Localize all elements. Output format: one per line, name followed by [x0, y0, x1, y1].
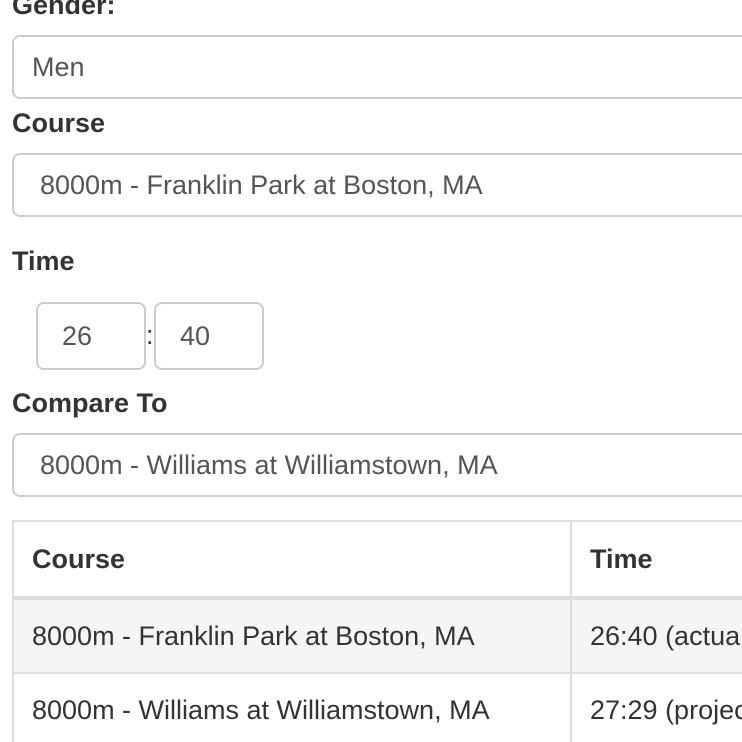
page: Gender: Men Course 8000m - Franklin Park…	[0, 0, 742, 742]
table-header-row: Course Time	[12, 520, 742, 600]
table-row: 8000m - Franklin Park at Boston, MA 26:4…	[12, 597, 742, 674]
row-time-cell: 27:29 (projec	[570, 672, 742, 742]
gender-select[interactable]: Men	[12, 35, 742, 99]
column-header-time: Time	[570, 520, 742, 600]
time-minutes-input[interactable]: 26	[36, 302, 146, 370]
compare-select[interactable]: 8000m - Williams at Williamstown, MA	[12, 433, 742, 497]
compare-select-value: 8000m - Williams at Williamstown, MA	[40, 449, 498, 480]
gender-label: Gender:	[12, 0, 116, 20]
gender-select-value: Men	[32, 51, 85, 82]
time-seconds-input[interactable]: 40	[154, 302, 264, 370]
results-table: Course Time 8000m - Franklin Park at Bos…	[12, 520, 742, 742]
time-seconds-value: 40	[180, 320, 211, 351]
compare-label: Compare To	[12, 388, 168, 418]
column-header-course: Course	[12, 520, 572, 600]
row-time-cell: 26:40 (actua	[570, 597, 742, 674]
table-row: 8000m - Williams at Williamstown, MA 27:…	[12, 672, 742, 742]
course-select[interactable]: 8000m - Franklin Park at Boston, MA	[12, 153, 742, 217]
course-select-value: 8000m - Franklin Park at Boston, MA	[40, 169, 483, 200]
time-label: Time	[12, 246, 75, 276]
course-label: Course	[12, 108, 106, 138]
time-separator: :	[146, 320, 154, 350]
time-minutes-value: 26	[62, 320, 93, 351]
row-course-cell: 8000m - Williams at Williamstown, MA	[12, 672, 572, 742]
row-course-cell: 8000m - Franklin Park at Boston, MA	[12, 597, 572, 674]
